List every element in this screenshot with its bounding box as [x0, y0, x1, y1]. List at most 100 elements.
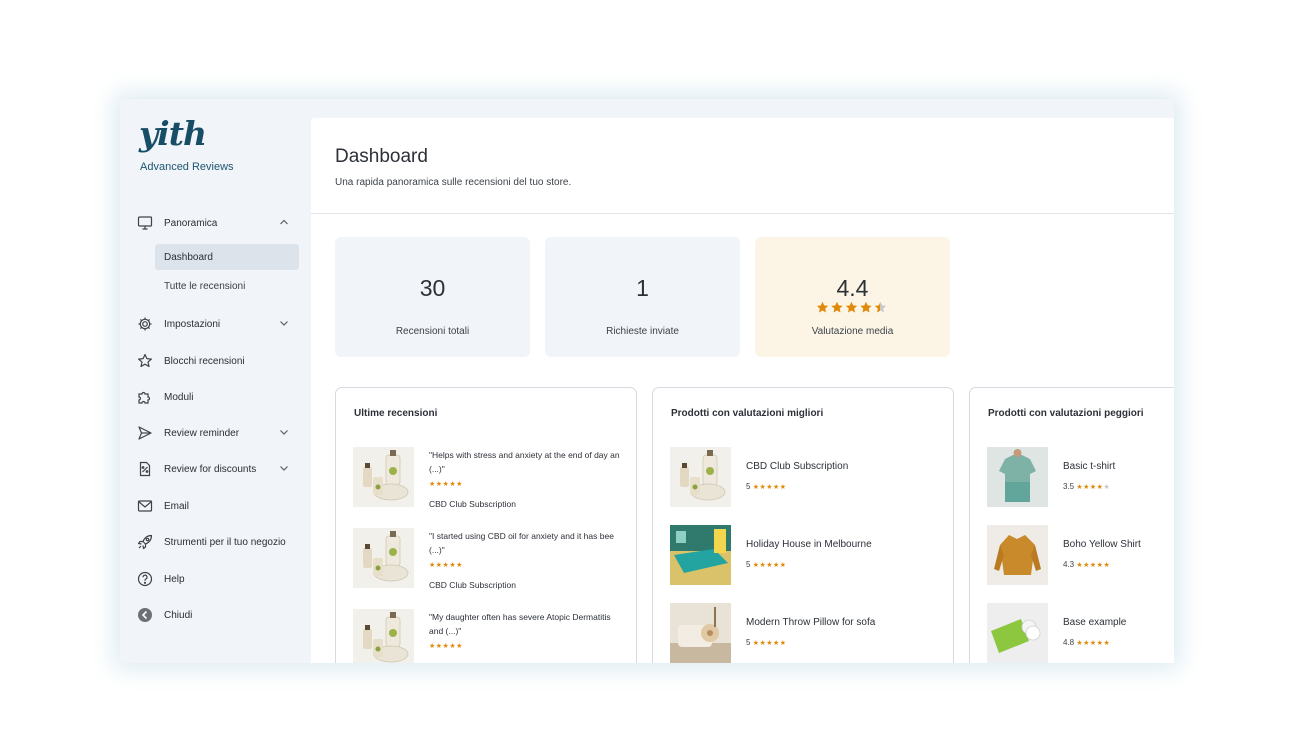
- chevron-down-icon[interactable]: [278, 317, 290, 329]
- rating-stars: ★★★★★: [1076, 562, 1111, 569]
- main-content: Dashboard Una rapida panoramica sulle re…: [311, 118, 1174, 663]
- rating-stars: ★★★★★: [1076, 640, 1111, 647]
- panel-worst-rated-products: Prodotti con valutazioni peggiori Basic …: [969, 387, 1174, 663]
- panel-title: Prodotti con valutazioni migliori: [671, 408, 824, 419]
- rating-value: 4.8: [1063, 638, 1075, 647]
- review-text: "Helps with stress and anxiety at the en…: [429, 450, 620, 474]
- product-thumbnail[interactable]: [670, 525, 731, 585]
- panel-title: Ultime recensioni: [354, 408, 438, 419]
- sidebar-item-label: Email: [164, 500, 190, 512]
- product-thumbnail[interactable]: [670, 603, 731, 663]
- envelope-icon: [136, 497, 154, 515]
- rating-stars: [755, 300, 950, 314]
- chevron-down-icon[interactable]: [278, 462, 290, 474]
- sidebar-item-label: Moduli: [164, 391, 194, 403]
- review-text: "I started using CBD oil for anxiety and…: [429, 531, 614, 555]
- sidebar-subitem-dashboard[interactable]: Dashboard: [155, 244, 299, 270]
- product-name[interactable]: Boho Yellow Shirt: [1063, 539, 1141, 550]
- review-product[interactable]: CBD Club Subscription: [429, 499, 516, 509]
- product-rating: 5 ★★★★★: [746, 638, 787, 647]
- product-rating: 5 ★★★★★: [746, 482, 787, 491]
- sidebar-item-label: Blocchi recensioni: [164, 355, 245, 367]
- sidebar-item-help[interactable]: Help: [136, 566, 296, 592]
- sidebar-item-label: Chiudi: [164, 609, 193, 621]
- send-icon: [136, 424, 154, 442]
- rating-stars-empty: ★: [1103, 484, 1110, 491]
- product-name[interactable]: CBD Club Subscription: [746, 461, 848, 472]
- sidebar-item-blocchi-recensioni[interactable]: Blocchi recensioni: [136, 348, 296, 374]
- sidebar-item-label: Review reminder: [164, 427, 240, 439]
- review-stars: ★★★★★: [429, 643, 463, 650]
- rating-value: 5: [746, 482, 751, 491]
- review-product[interactable]: CBD Club Subscription: [429, 580, 516, 590]
- sidebar-item-email[interactable]: Email: [136, 493, 296, 519]
- sidebar-item-review-reminder[interactable]: Review reminder: [136, 420, 296, 446]
- rocket-icon: [136, 533, 154, 551]
- product-rating: 3.5 ★★★★★: [1063, 482, 1110, 491]
- review-stars: ★★★★★: [429, 481, 463, 488]
- stat-value: 30: [419, 275, 446, 301]
- rating-stars: ★★★★★: [752, 484, 787, 491]
- rating-value: 3.5: [1063, 482, 1075, 491]
- panel-top-rated-products: Prodotti con valutazioni migliori CBD Cl…: [652, 387, 954, 663]
- sidebar: yith Advanced Reviews Panoramica Dashboa…: [120, 99, 310, 663]
- rating-value: 5: [746, 560, 751, 569]
- plugin-name: Advanced Reviews: [140, 161, 234, 173]
- stat-value: 1: [636, 275, 649, 301]
- product-thumbnail[interactable]: [353, 447, 414, 507]
- sidebar-item-moduli[interactable]: Moduli: [136, 384, 296, 410]
- chevron-up-icon[interactable]: [278, 216, 290, 228]
- sidebar-item-impostazioni[interactable]: Impostazioni: [136, 311, 296, 337]
- star-rating-icon: [816, 301, 886, 313]
- product-thumbnail[interactable]: [987, 447, 1048, 507]
- help-circle-icon: [136, 570, 154, 588]
- product-thumbnail[interactable]: [353, 609, 414, 663]
- panel-title: Prodotti con valutazioni peggiori: [988, 408, 1144, 419]
- product-name[interactable]: Holiday House in Melbourne: [746, 539, 872, 550]
- sidebar-subitem-tutte-le-recensioni[interactable]: Tutte le recensioni: [155, 273, 299, 299]
- product-name[interactable]: Modern Throw Pillow for sofa: [746, 617, 875, 628]
- page-header: Dashboard Una rapida panoramica sulle re…: [311, 118, 1174, 214]
- discount-icon: [136, 460, 154, 478]
- stat-label: Recensioni totali: [395, 326, 470, 337]
- sidebar-item-strumenti[interactable]: Strumenti per il tuo negozio: [136, 529, 296, 555]
- rating-stars: ★★★★★: [752, 640, 787, 647]
- product-rating: 4.8 ★★★★★: [1063, 638, 1110, 647]
- puzzle-icon: [136, 388, 154, 406]
- sidebar-subitem-label: Tutte le recensioni: [164, 280, 246, 292]
- sidebar-subitem-label: Dashboard: [164, 251, 213, 263]
- chevron-down-icon[interactable]: [278, 426, 290, 438]
- stat-card-average-rating: 4.4 Valutazione media: [755, 237, 950, 357]
- product-thumbnail[interactable]: [987, 525, 1048, 585]
- review-stars: ★★★★★: [429, 562, 463, 569]
- sidebar-item-panoramica[interactable]: Panoramica: [136, 210, 296, 236]
- stat-label: Valutazione media: [811, 326, 894, 337]
- stat-label: Richieste inviate: [606, 326, 679, 337]
- sidebar-item-label: Panoramica: [164, 217, 218, 229]
- rating-value: 5: [746, 638, 751, 647]
- stat-value: 4.4: [836, 275, 869, 301]
- yith-logo[interactable]: yith: [139, 114, 207, 153]
- product-thumbnail[interactable]: [353, 528, 414, 588]
- product-rating: 5 ★★★★★: [746, 560, 787, 569]
- product-rating: 4.3 ★★★★★: [1063, 560, 1110, 569]
- app-window: yith Advanced Reviews Panoramica Dashboa…: [120, 99, 1174, 663]
- monitor-icon: [136, 214, 154, 232]
- logo-text: yith: [139, 114, 207, 153]
- star-outline-icon: [136, 352, 154, 370]
- sidebar-item-chiudi[interactable]: Chiudi: [136, 602, 296, 628]
- review-text: "My daughter often has severe Atopic Der…: [429, 612, 611, 636]
- page-subtitle: Una rapida panoramica sulle recensioni d…: [335, 177, 572, 188]
- panel-latest-reviews: Ultime recensioni "Helps with stress and…: [335, 387, 637, 663]
- rating-stars: ★★★★★: [752, 562, 787, 569]
- product-name[interactable]: Basic t-shirt: [1063, 461, 1115, 472]
- sidebar-item-review-for-discounts[interactable]: Review for discounts: [136, 456, 296, 482]
- stat-card-requests-sent: 1 Richieste inviate: [545, 237, 740, 357]
- arrow-left-circle-icon: [136, 606, 154, 624]
- product-thumbnail[interactable]: [670, 447, 731, 507]
- stat-card-total-reviews: 30 Recensioni totali: [335, 237, 530, 357]
- sidebar-item-label: Strumenti per il tuo negozio: [164, 536, 286, 548]
- sidebar-item-label: Impostazioni: [164, 318, 221, 330]
- product-thumbnail[interactable]: [987, 603, 1048, 663]
- product-name[interactable]: Base example: [1063, 617, 1126, 628]
